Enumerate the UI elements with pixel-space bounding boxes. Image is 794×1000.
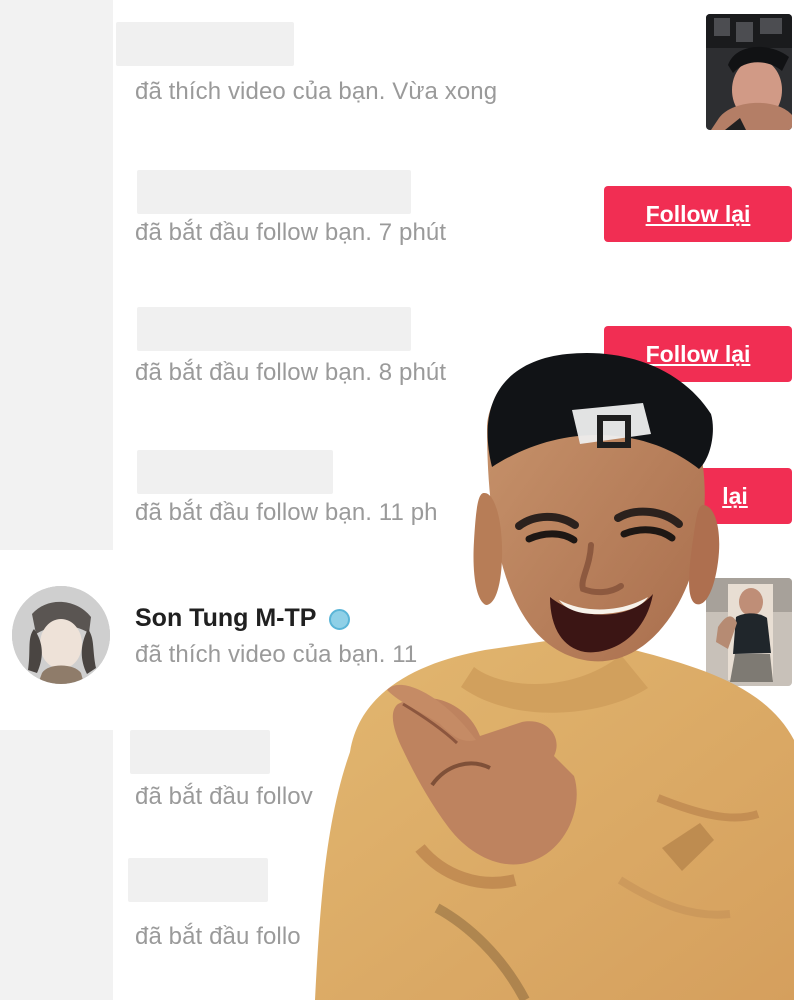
activity-text: đã bắt đầu follow bạn. 7 phút: [135, 219, 447, 246]
video-thumbnail-image: [706, 578, 792, 686]
follow-back-button[interactable]: Follow lại: [604, 326, 792, 382]
tiktok-activity-screen: đã thích video của bạn. Vừa xong đã bắt …: [0, 0, 794, 1000]
video-thumbnail-image: [706, 14, 792, 130]
son-tung-avatar[interactable]: [12, 586, 110, 684]
blurred-username: [137, 450, 333, 494]
activity-text: đã bắt đầu follow bạn. 8 phút: [135, 359, 447, 386]
activity-text: đã thích video của bạn. Vừa xong: [135, 78, 498, 105]
follow-back-button[interactable]: lại: [604, 468, 792, 524]
username-son-tung[interactable]: Son Tung M-TP: [135, 604, 316, 633]
blurred-avatar-column-top: [0, 0, 113, 550]
activity-text: đã bắt đầu follow bạn. 11 ph: [135, 499, 438, 526]
blurred-username: [116, 22, 294, 66]
activity-text: đã bắt đầu follo: [135, 923, 301, 950]
blurred-username: [130, 730, 270, 774]
blurred-username: [128, 858, 268, 902]
follow-back-button[interactable]: Follow lại: [604, 186, 792, 242]
blurred-username: [137, 307, 411, 351]
activity-text: đã bắt đầu follov: [135, 783, 313, 810]
blurred-username: [137, 170, 411, 214]
verified-badge-icon: [329, 609, 350, 630]
liked-video-thumbnail[interactable]: [706, 578, 792, 686]
liked-video-thumbnail[interactable]: [706, 14, 792, 130]
avatar-image: [12, 586, 110, 684]
activity-text: đã thích video của bạn. 11: [135, 641, 418, 668]
blurred-avatar-column-bottom: [0, 730, 113, 1000]
